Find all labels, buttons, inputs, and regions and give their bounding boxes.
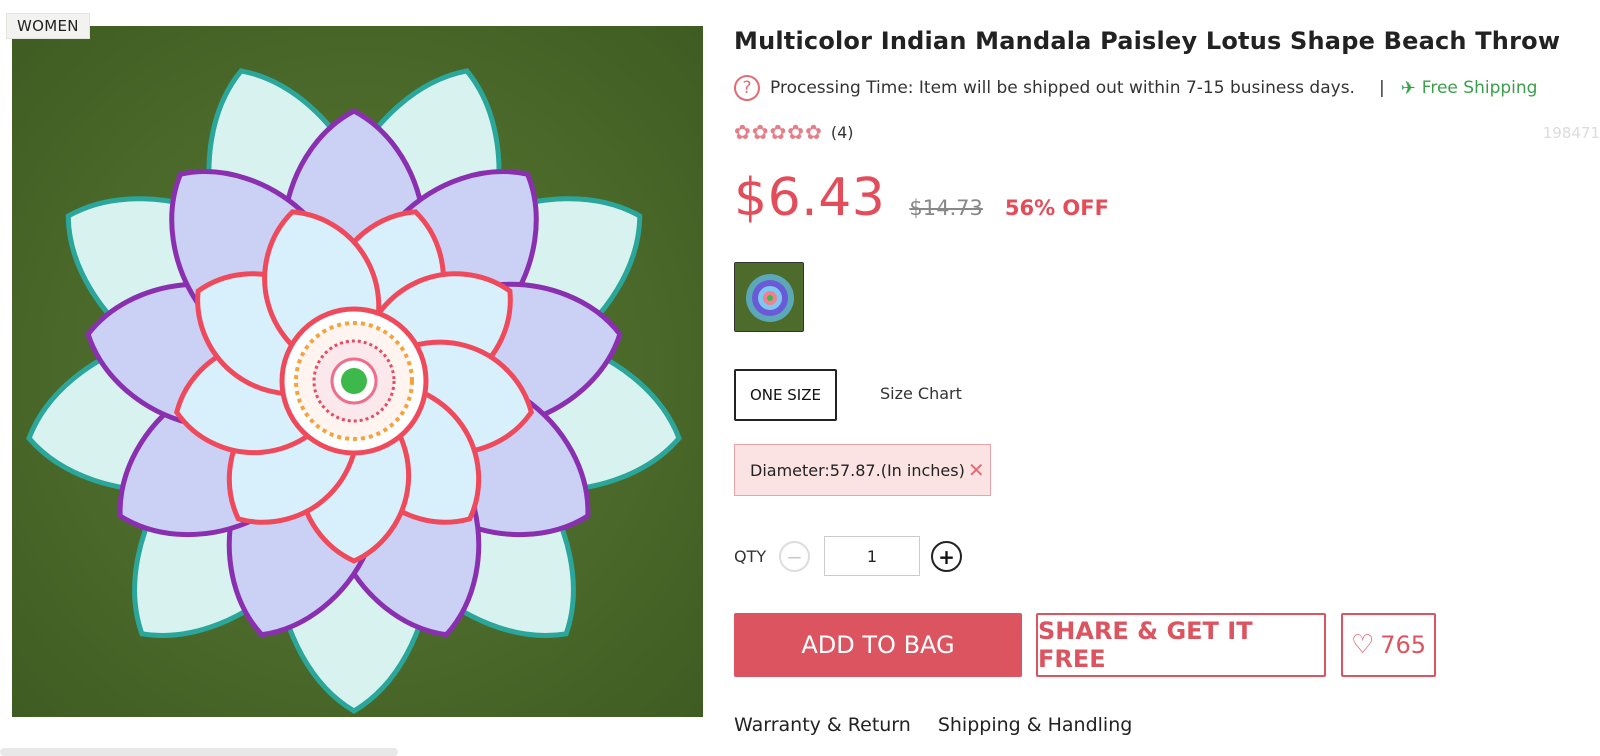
plane-icon: ✈: [1400, 77, 1416, 99]
processing-time-row: ? Processing Time: Item will be shipped …: [734, 74, 1537, 102]
original-price: $14.73: [909, 196, 983, 220]
share-get-free-button[interactable]: SHARE & GET IT FREE: [1036, 613, 1326, 677]
product-title: Multicolor Indian Mandala Paisley Lotus …: [734, 27, 1561, 55]
product-sku: 198471: [1542, 124, 1600, 142]
close-icon[interactable]: ✕: [968, 458, 985, 482]
free-shipping-link[interactable]: Free Shipping: [1422, 78, 1538, 98]
size-note: Diameter:57.87.(In inches) ✕: [734, 444, 991, 496]
tab-shipping-handling[interactable]: Shipping & Handling: [938, 714, 1132, 736]
color-swatch-thumbnail[interactable]: [734, 262, 804, 332]
product-main-image[interactable]: [12, 26, 703, 717]
horizontal-scrollbar[interactable]: [0, 748, 398, 756]
processing-time-text: Processing Time: Item will be shipped ou…: [770, 78, 1355, 98]
category-badge[interactable]: WOMEN: [6, 13, 90, 39]
qty-increase-button[interactable]: +: [931, 541, 962, 572]
add-to-bag-button[interactable]: ADD TO BAG: [734, 613, 1022, 677]
rose-icon: ✿: [787, 120, 805, 144]
discount-label: 56% OFF: [1004, 196, 1109, 220]
qty-decrease-button[interactable]: −: [779, 541, 810, 572]
thumbnail-image: [735, 263, 803, 331]
info-tabs: Warranty & Return Shipping & Handling: [734, 714, 1159, 736]
size-option-one-size[interactable]: ONE SIZE: [734, 369, 837, 421]
lotus-mandala-image: [12, 26, 703, 717]
rose-icon: ✿: [751, 120, 769, 144]
rose-icon: ✿: [769, 120, 787, 144]
qty-label: QTY: [734, 547, 767, 566]
size-note-text: Diameter:57.87.(In inches): [750, 460, 965, 480]
review-count[interactable]: (4): [831, 123, 854, 142]
tab-warranty-return[interactable]: Warranty & Return: [734, 714, 911, 736]
current-price: $6.43: [734, 168, 886, 228]
size-chart-link[interactable]: Size Chart: [880, 384, 962, 403]
wishlist-count: 765: [1380, 631, 1427, 659]
separator: |: [1378, 78, 1385, 98]
heart-icon: ♡: [1350, 630, 1375, 660]
rose-icon: ✿: [805, 120, 822, 144]
question-icon[interactable]: ?: [734, 75, 760, 101]
price-row: $6.43 $14.73 56% OFF: [734, 168, 1109, 228]
rose-icon: ✿: [734, 120, 751, 144]
wishlist-button[interactable]: ♡ 765: [1341, 613, 1436, 677]
rating[interactable]: ✿ ✿ ✿ ✿ ✿ (4): [734, 122, 854, 142]
qty-input[interactable]: [824, 536, 920, 576]
